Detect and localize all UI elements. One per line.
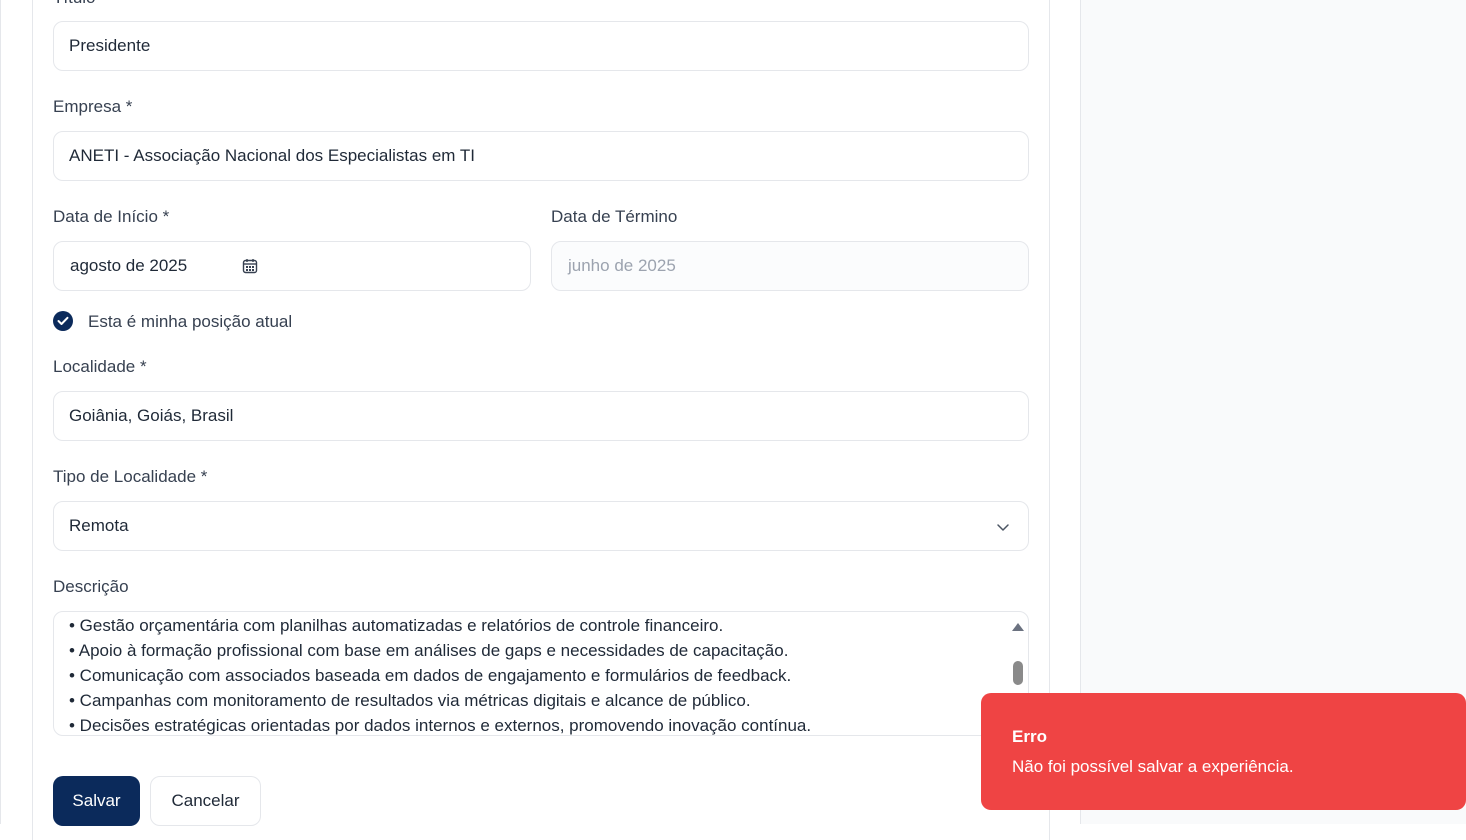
chevron-down-icon	[997, 524, 1009, 531]
toast-message: Não foi possível salvar a experiência.	[1012, 757, 1294, 776]
title-input[interactable]: Presidente	[53, 21, 1029, 71]
cancel-button[interactable]: Cancelar	[150, 776, 261, 826]
page-edge	[0, 0, 1, 824]
current-position-checkbox[interactable]	[53, 311, 73, 331]
end-date-input[interactable]: junho de 2025	[551, 241, 1029, 291]
company-value: ANETI - Associação Nacional dos Especial…	[69, 146, 475, 165]
check-icon	[57, 316, 69, 325]
location-type-value: Remota	[69, 516, 129, 535]
description-line: • Apoio à formação profissional com base…	[69, 641, 789, 660]
start-date-value: agosto de 2025	[70, 256, 188, 275]
location-label: Localidade *	[53, 357, 147, 376]
location-type-label: Tipo de Localidade *	[53, 467, 208, 486]
description-line: • Gestão orçamentária com planilhas auto…	[69, 616, 724, 635]
start-date-input[interactable]: agosto de 2025	[53, 241, 531, 291]
save-button[interactable]: Salvar	[53, 776, 140, 826]
description-line: • Campanhas com monitoramento de resulta…	[69, 691, 751, 710]
location-input[interactable]: Goiânia, Goiás, Brasil	[53, 391, 1029, 441]
description-line: • Decisões estratégicas orientadas por d…	[69, 716, 812, 735]
title-value: Presidente	[69, 36, 151, 55]
description-label: Descrição	[53, 577, 129, 596]
scroll-up-arrow-icon[interactable]	[1011, 621, 1025, 633]
end-date-label: Data de Término	[551, 207, 678, 226]
location-value: Goiânia, Goiás, Brasil	[69, 406, 234, 425]
location-type-select[interactable]: Remota	[53, 501, 1029, 551]
company-label: Empresa *	[53, 97, 133, 116]
end-date-placeholder: junho de 2025	[568, 256, 676, 275]
company-input[interactable]: ANETI - Associação Nacional dos Especial…	[53, 131, 1029, 181]
title-label: Título	[53, 0, 96, 8]
scrollbar-thumb[interactable]	[1013, 661, 1023, 685]
current-position-label[interactable]: Esta é minha posição atual	[88, 312, 292, 332]
description-textarea[interactable]: • Gestão orçamentária com planilhas auto…	[53, 611, 1029, 736]
description-line: • Comunicação com associados baseada em …	[69, 666, 792, 685]
start-date-label: Data de Início *	[53, 207, 170, 226]
calendar-icon[interactable]	[242, 258, 258, 274]
error-toast[interactable]: Erro Não foi possível salvar a experiênc…	[981, 693, 1466, 810]
toast-title: Erro	[1012, 727, 1047, 746]
